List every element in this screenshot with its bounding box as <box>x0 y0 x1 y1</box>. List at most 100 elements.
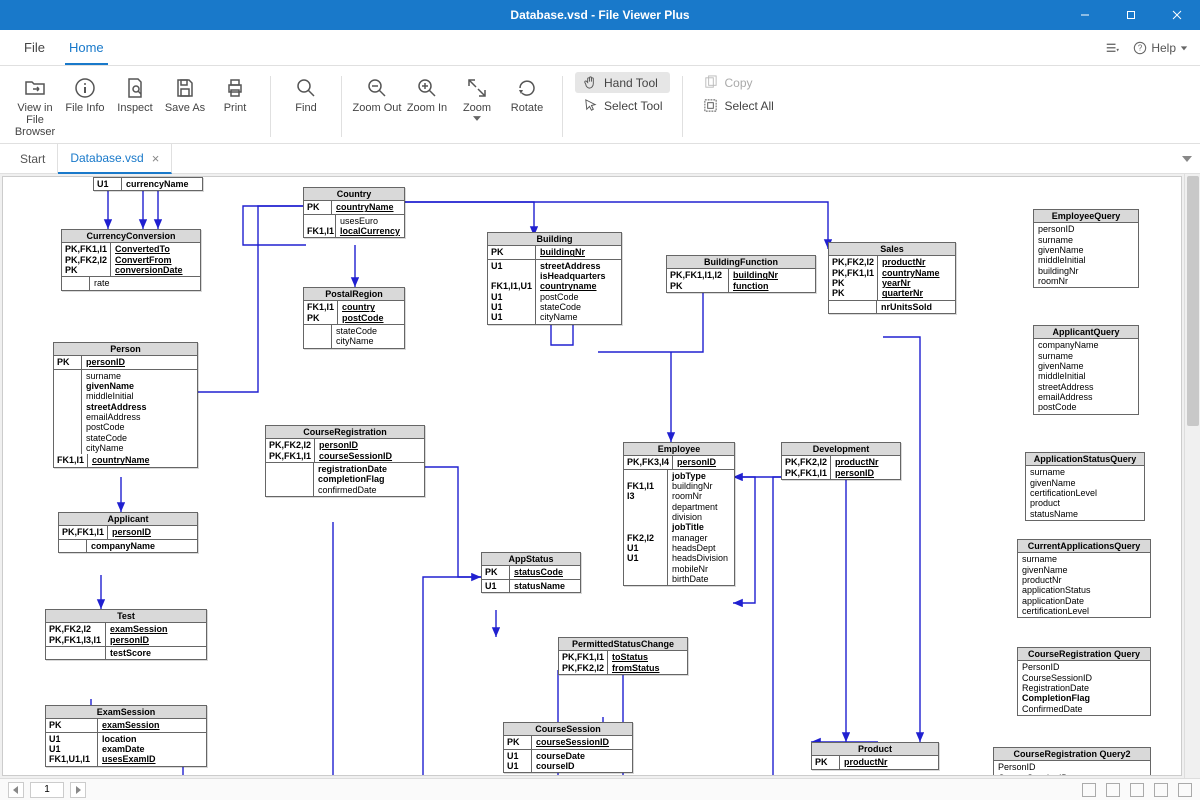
canvas-area: U1currencyName CurrencyConversion PK,FK1… <box>0 174 1200 778</box>
maximize-button[interactable] <box>1108 0 1154 30</box>
print-label: Print <box>224 102 247 114</box>
entity-currency-conversion: CurrencyConversion PK,FK1,I1 PK,FK2,I2 P… <box>61 229 201 291</box>
tab-document[interactable]: Database.vsd × <box>58 144 172 174</box>
query-applicant: ApplicantQuerycompanyName surname givenN… <box>1033 325 1139 415</box>
file-info-label: File Info <box>65 102 104 114</box>
query-current-applications: CurrentApplicationsQuerysurname givenNam… <box>1017 539 1151 618</box>
hand-icon <box>583 75 598 90</box>
save-icon <box>173 76 197 100</box>
help-button[interactable]: ? Help <box>1133 41 1188 55</box>
tabs-overflow-icon[interactable] <box>1182 144 1200 173</box>
help-label: Help <box>1151 41 1176 55</box>
scroll-thumb[interactable] <box>1187 176 1199 426</box>
window-controls <box>1062 0 1200 30</box>
tab-start-label: Start <box>20 152 45 166</box>
view-mode-5[interactable] <box>1178 783 1192 797</box>
select-tool-label: Select Tool <box>604 99 662 113</box>
entity-exam-session: ExamSession PKexamSession U1 U1 FK1,U1,I… <box>45 705 207 767</box>
zoom-out-icon <box>365 76 389 100</box>
tab-document-label: Database.vsd <box>70 151 143 165</box>
view-in-file-browser-label: View in File Browser <box>10 102 60 138</box>
vertical-scrollbar[interactable] <box>1184 174 1200 778</box>
menu-file[interactable]: File <box>12 30 57 65</box>
zoom-in-icon <box>415 76 439 100</box>
zoom-in-label: Zoom In <box>407 102 447 114</box>
entity-sales: Sales PK,FK2,I2 PK,FK1,I1 PK PKproductNr… <box>828 242 956 314</box>
diagram-canvas[interactable]: U1currencyName CurrencyConversion PK,FK1… <box>2 176 1182 776</box>
copy-button[interactable]: Copy <box>695 72 781 93</box>
entity-applicant: Applicant PK,FK1,I1personID companyName <box>58 512 198 553</box>
entity-test: Test PK,FK2,I2 PK,FK1,I3,I1examSessionpe… <box>45 609 207 660</box>
pager <box>8 782 86 798</box>
hand-tool-button[interactable]: Hand Tool <box>575 72 670 93</box>
minimize-button[interactable] <box>1062 0 1108 30</box>
entity-employee: Employee PK,FK3,I4personID FK1,I1 I3 FK2… <box>623 442 735 586</box>
entity-product: Product PKproductNr <box>811 742 939 770</box>
copy-icon <box>703 75 718 90</box>
view-mode-icons <box>1082 783 1192 797</box>
document-search-icon <box>123 76 147 100</box>
ribbon: View in File Browser File Info Inspect S… <box>0 66 1200 144</box>
view-mode-4[interactable] <box>1154 783 1168 797</box>
zoom-in-button[interactable]: Zoom In <box>402 72 452 114</box>
file-info-button[interactable]: File Info <box>60 72 110 114</box>
select-all-label: Select All <box>724 99 773 113</box>
info-icon <box>73 76 97 100</box>
entity-building: Building PKbuildingNr U1 FK1,I1,U1 U1 U1… <box>487 232 622 325</box>
find-button[interactable]: Find <box>281 72 331 114</box>
entity-development: Development PK,FK2,I2 PK,FK1,I1productNr… <box>781 442 901 480</box>
entity-currency-name: U1currencyName <box>93 177 203 191</box>
hand-tool-label: Hand Tool <box>604 76 658 90</box>
zoom-label: Zoom <box>463 102 491 114</box>
view-mode-1[interactable] <box>1082 783 1096 797</box>
zoom-out-button[interactable]: Zoom Out <box>352 72 402 114</box>
inspect-label: Inspect <box>117 102 152 114</box>
expand-icon <box>465 76 489 100</box>
entity-permitted-status-change: PermittedStatusChange PK,FK1,I1 PK,FK2,I… <box>558 637 688 675</box>
page-input[interactable] <box>30 782 64 798</box>
view-in-file-browser-button[interactable]: View in File Browser <box>10 72 60 138</box>
view-mode-2[interactable] <box>1106 783 1120 797</box>
select-tool-button[interactable]: Select Tool <box>575 95 670 116</box>
close-button[interactable] <box>1154 0 1200 30</box>
zoom-out-label: Zoom Out <box>353 102 402 114</box>
view-mode-3[interactable] <box>1130 783 1144 797</box>
titlebar: Database.vsd - File Viewer Plus <box>0 0 1200 30</box>
page-prev-button[interactable] <box>8 782 24 798</box>
inspect-button[interactable]: Inspect <box>110 72 160 114</box>
entity-building-function: BuildingFunction PK,FK1,I1,I2 PKbuilding… <box>666 255 816 293</box>
folder-arrow-icon <box>23 76 47 100</box>
entity-country: Country PKcountryName FK1,I1usesEuroloca… <box>303 187 405 238</box>
select-all-button[interactable]: Select All <box>695 95 781 116</box>
query-employee: EmployeeQuerypersonID surname givenName … <box>1033 209 1139 288</box>
window-title: Database.vsd - File Viewer Plus <box>510 8 689 22</box>
query-course-registration: CourseRegistration QueryPersonIDCourseSe… <box>1017 647 1151 716</box>
svg-text:?: ? <box>1138 43 1143 52</box>
document-tabs: Start Database.vsd × <box>0 144 1200 174</box>
cursor-icon <box>583 98 598 113</box>
entity-person: Person PKpersonID surnamegivenNamemiddle… <box>53 342 198 468</box>
menu-home[interactable]: Home <box>57 30 116 65</box>
statusbar <box>0 778 1200 800</box>
query-course-registration-2: CourseRegistration Query2PersonID Course… <box>993 747 1151 776</box>
entity-course-session: CourseSession PKcourseSessionID U1 U1cou… <box>503 722 633 773</box>
settings-icon[interactable] <box>1105 41 1119 55</box>
print-icon <box>223 76 247 100</box>
entity-app-status: AppStatus PKstatusCode U1statusName <box>481 552 581 593</box>
zoom-button[interactable]: Zoom <box>452 72 502 121</box>
entity-course-registration: CourseRegistration PK,FK2,I2 PK,FK1,I1pe… <box>265 425 425 497</box>
rotate-icon <box>515 76 539 100</box>
save-as-label: Save As <box>165 102 205 114</box>
page-next-button[interactable] <box>70 782 86 798</box>
save-as-button[interactable]: Save As <box>160 72 210 114</box>
chevron-down-icon <box>473 116 481 121</box>
tab-start[interactable]: Start <box>8 144 58 173</box>
search-icon <box>294 76 318 100</box>
rotate-label: Rotate <box>511 102 543 114</box>
rotate-button[interactable]: Rotate <box>502 72 552 114</box>
select-all-icon <box>703 98 718 113</box>
print-button[interactable]: Print <box>210 72 260 114</box>
find-label: Find <box>295 102 316 114</box>
query-application-status: ApplicationStatusQuerysurname givenName … <box>1025 452 1145 521</box>
tab-close-icon[interactable]: × <box>152 151 160 166</box>
